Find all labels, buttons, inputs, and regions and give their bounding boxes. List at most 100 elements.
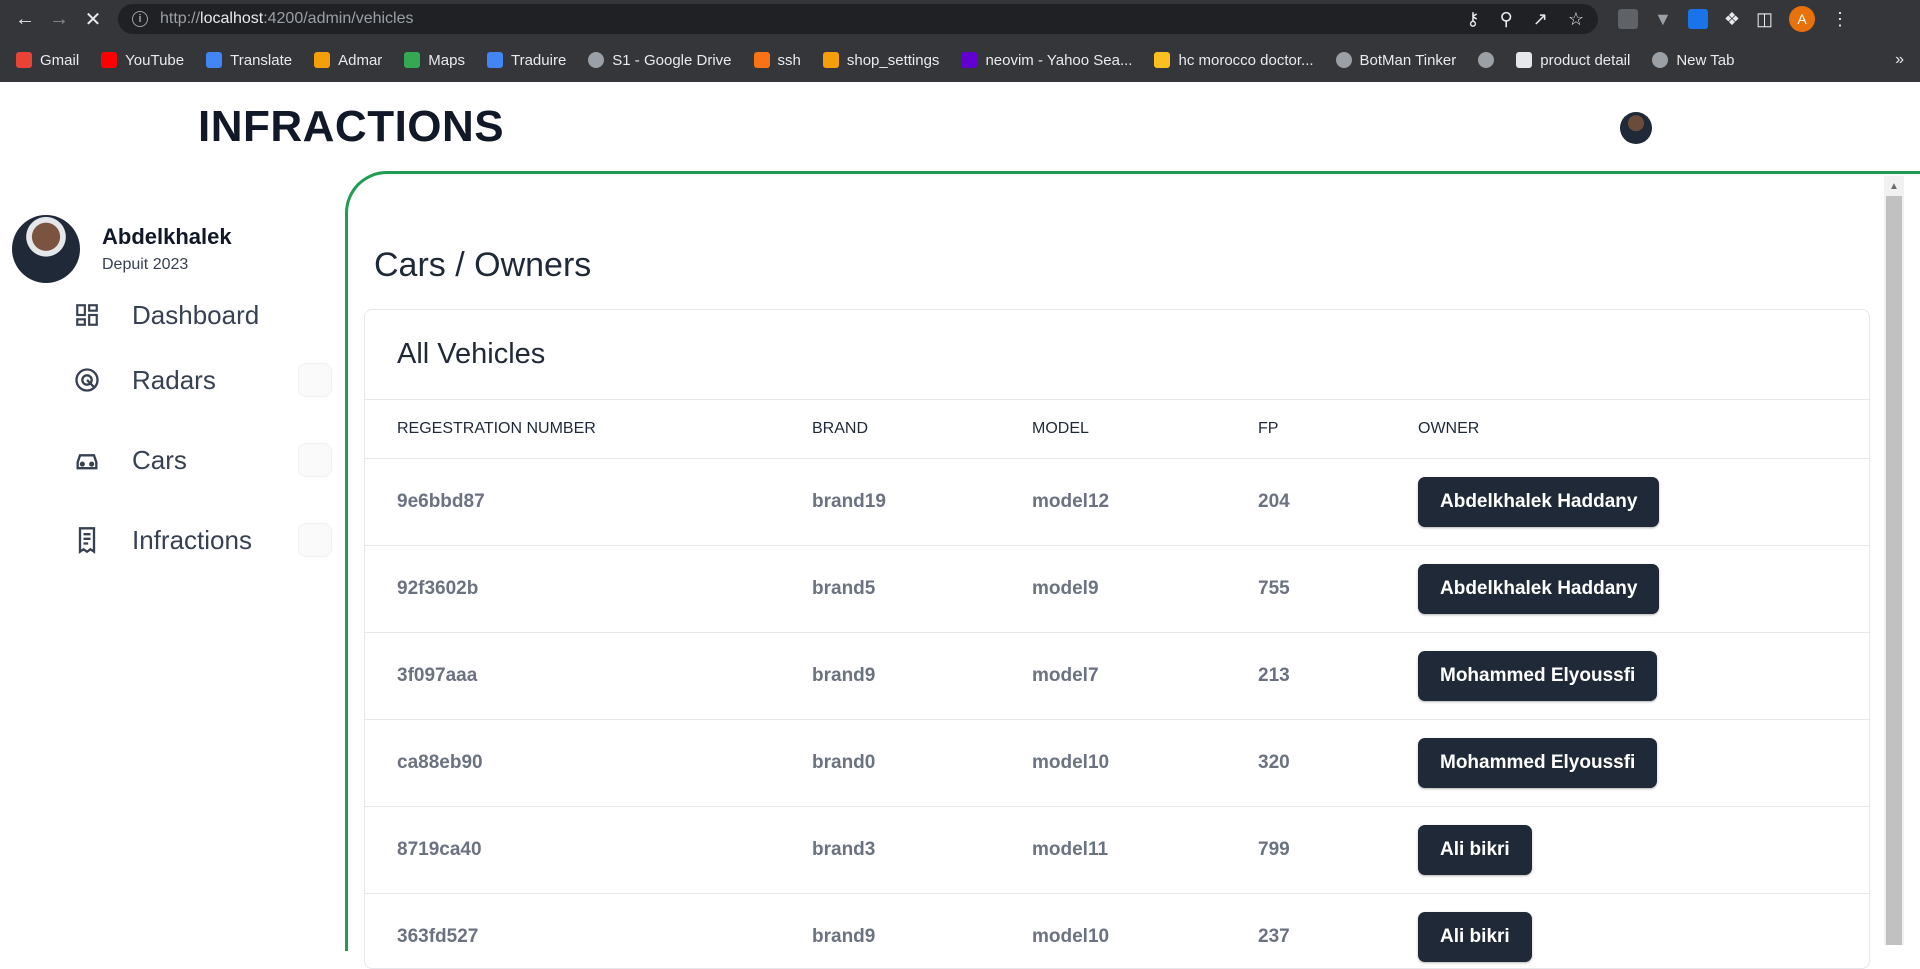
sidebar-item-dashboard[interactable]: Dashboard xyxy=(72,290,332,340)
share-icon[interactable]: ↗ xyxy=(1533,9,1548,30)
owner-button[interactable]: Ali bikri xyxy=(1418,911,1532,962)
receipt-icon xyxy=(72,525,102,555)
yahoo-icon xyxy=(961,52,978,68)
globe-icon xyxy=(1652,52,1669,68)
app-header: INFRACTIONS xyxy=(0,82,1920,172)
owner-button[interactable]: Abdelkhalek Haddany xyxy=(1418,476,1660,527)
brand-cell: brand19 xyxy=(812,458,1032,546)
user-avatar xyxy=(12,215,80,283)
back-icon[interactable]: ← xyxy=(8,2,42,36)
sidebar-item-radars[interactable]: Radars xyxy=(72,340,332,420)
sidebar-item-cars[interactable]: Cars xyxy=(72,420,332,500)
reg-number-cell: 3f097aaa xyxy=(365,632,812,720)
fp-cell: 320 xyxy=(1258,719,1418,807)
table-row: 3f097aaa brand9 model7 213 Mohammed Elyo… xyxy=(365,632,1869,720)
app-title[interactable]: INFRACTIONS xyxy=(198,102,504,152)
owner-cell: Abdelkhalek Haddany xyxy=(1418,545,1869,633)
address-bar[interactable]: i http://localhost:4200/admin/vehicles ⚷… xyxy=(118,4,1598,34)
header-avatar[interactable] xyxy=(1620,112,1652,144)
globe-icon xyxy=(1478,52,1495,68)
sidebar-item-label: Cars xyxy=(132,444,187,475)
brand-cell: brand9 xyxy=(812,632,1032,720)
bookmark-item[interactable]: product detail xyxy=(1516,52,1630,69)
sidebar-badge xyxy=(298,523,332,557)
bookmark-item[interactable]: BotMan Tinker xyxy=(1335,52,1456,69)
column-header: BRAND xyxy=(812,400,1032,459)
bookmark-item[interactable]: YouTube xyxy=(101,52,184,69)
vehicles-card: All Vehicles REGESTRATION NUMBER BRAND M… xyxy=(364,309,1870,969)
youtube-icon xyxy=(101,52,118,68)
extension-icon[interactable] xyxy=(1687,9,1708,29)
bookmark-star-icon[interactable]: ☆ xyxy=(1568,9,1584,30)
vehicles-table: REGESTRATION NUMBER BRAND MODEL FP OWNER… xyxy=(365,400,1869,968)
radar-icon xyxy=(72,365,102,395)
vue-devtools-icon[interactable]: ▼ xyxy=(1654,9,1672,30)
bookmark-item[interactable]: ssh xyxy=(753,52,801,69)
user-card: Abdelkhalek Depuit 2023 xyxy=(12,215,232,283)
bookmarks-overflow-icon[interactable]: » xyxy=(1895,51,1904,69)
translate-icon xyxy=(486,52,503,68)
maps-icon xyxy=(404,52,421,68)
owner-button[interactable]: Ali bikri xyxy=(1418,824,1532,875)
bookmark-item[interactable]: neovim - Yahoo Sea... xyxy=(961,52,1132,69)
bookmark-item[interactable]: hc morocco doctor... xyxy=(1154,52,1314,69)
reg-number-cell: 9e6bbd87 xyxy=(365,458,812,546)
fp-cell: 213 xyxy=(1258,632,1418,720)
browser-chrome: ← → ✕ i http://localhost:4200/admin/vehi… xyxy=(0,0,1920,82)
sidebar-item-label: Radars xyxy=(132,364,216,395)
owner-button[interactable]: Mohammed Elyoussfi xyxy=(1418,737,1658,788)
model-cell: model9 xyxy=(1032,545,1258,633)
key-icon[interactable]: ⚷ xyxy=(1466,9,1479,30)
zoom-icon[interactable]: ⚲ xyxy=(1500,9,1513,30)
scroll-up-icon[interactable]: ▲ xyxy=(1884,176,1904,196)
extensions-puzzle-icon[interactable]: ❖ xyxy=(1724,9,1740,30)
bookmark-item[interactable]: S1 - Google Drive xyxy=(588,52,732,69)
bookmark-item[interactable] xyxy=(1478,52,1495,68)
shop-icon xyxy=(822,52,839,68)
bookmark-item[interactable]: Translate xyxy=(206,52,292,69)
firebase-icon xyxy=(1154,52,1171,68)
brand-cell: brand3 xyxy=(812,806,1032,894)
scroll-thumb[interactable] xyxy=(1886,196,1902,945)
url-host: localhost xyxy=(200,10,264,27)
url-prefix: http:// xyxy=(160,10,201,27)
bookmark-item[interactable]: shop_settings xyxy=(822,52,939,69)
menu-kebab-icon[interactable]: ⋮ xyxy=(1831,9,1849,30)
sidebar-item-infractions[interactable]: Infractions xyxy=(72,500,332,580)
table-row: ca88eb90 brand0 model10 320 Mohammed Ely… xyxy=(365,719,1869,807)
model-cell: model10 xyxy=(1032,719,1258,807)
site-info-icon[interactable]: i xyxy=(132,11,148,27)
fp-cell: 799 xyxy=(1258,806,1418,894)
bookmark-item[interactable]: New Tab xyxy=(1652,52,1734,69)
extension-icon[interactable] xyxy=(1618,9,1638,29)
model-cell: model10 xyxy=(1032,893,1258,968)
fp-cell: 204 xyxy=(1258,458,1418,546)
sidebar-item-label: Dashboard xyxy=(132,299,260,330)
model-cell: model7 xyxy=(1032,632,1258,720)
globe-icon xyxy=(1335,52,1352,68)
sidebar-badge xyxy=(298,443,332,477)
model-cell: model11 xyxy=(1032,806,1258,894)
brand-cell: brand0 xyxy=(812,719,1032,807)
address-row: ← → ✕ i http://localhost:4200/admin/vehi… xyxy=(0,0,1920,38)
owner-button[interactable]: Abdelkhalek Haddany xyxy=(1418,563,1660,614)
user-name: Abdelkhalek xyxy=(102,224,232,249)
sidebar-item-label: Infractions xyxy=(132,524,252,555)
bookmark-item[interactable]: Maps xyxy=(404,52,465,69)
owner-button[interactable]: Mohammed Elyoussfi xyxy=(1418,650,1658,701)
bookmark-item[interactable]: Admar xyxy=(314,52,382,69)
stop-loading-icon[interactable]: ✕ xyxy=(76,2,110,36)
page-title: Cars / Owners xyxy=(374,246,592,284)
admar-icon xyxy=(314,52,331,68)
side-panel-icon[interactable]: ◫ xyxy=(1756,9,1773,30)
vertical-scrollbar[interactable]: ▲ xyxy=(1884,176,1904,945)
sidebar-badge xyxy=(298,363,332,397)
globe-icon xyxy=(588,52,605,68)
bookmark-item[interactable]: Traduire xyxy=(486,52,566,69)
sidebar-nav: Dashboard Radars Cars Infractions xyxy=(72,290,332,580)
bookmark-item[interactable]: Gmail xyxy=(16,52,79,69)
forward-icon[interactable]: → xyxy=(42,2,76,36)
table-row: 92f3602b brand5 model9 755 Abdelkhalek H… xyxy=(365,545,1869,633)
profile-avatar[interactable]: A xyxy=(1788,6,1815,32)
column-header: FP xyxy=(1258,400,1418,459)
